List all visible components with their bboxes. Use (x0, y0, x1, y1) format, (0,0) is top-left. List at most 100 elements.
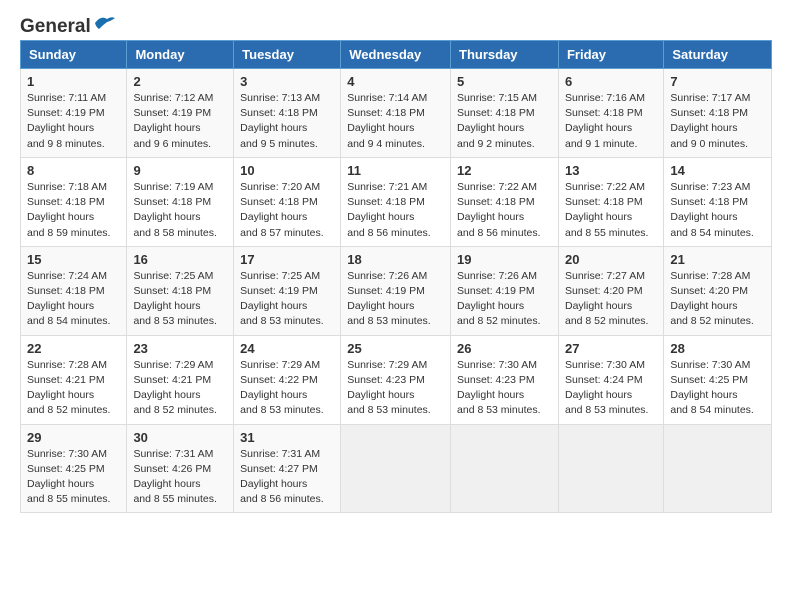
calendar-cell: 25 Sunrise: 7:29 AMSunset: 4:23 PMDaylig… (341, 335, 451, 424)
day-info: Sunrise: 7:29 AMSunset: 4:23 PMDaylight … (347, 359, 430, 417)
calendar-cell: 31 Sunrise: 7:31 AMSunset: 4:27 PMDaylig… (234, 424, 341, 513)
day-info: Sunrise: 7:19 AMSunset: 4:18 PMDaylight … (133, 181, 216, 239)
day-info: Sunrise: 7:14 AMSunset: 4:18 PMDaylight … (347, 92, 427, 150)
calendar-cell (341, 424, 451, 513)
day-info: Sunrise: 7:29 AMSunset: 4:22 PMDaylight … (240, 359, 323, 417)
day-info: Sunrise: 7:18 AMSunset: 4:18 PMDaylight … (27, 181, 110, 239)
calendar-cell: 5 Sunrise: 7:15 AMSunset: 4:18 PMDayligh… (451, 69, 559, 158)
day-number: 11 (347, 163, 444, 178)
calendar-cell: 11 Sunrise: 7:21 AMSunset: 4:18 PMDaylig… (341, 157, 451, 246)
calendar-cell: 16 Sunrise: 7:25 AMSunset: 4:18 PMDaylig… (127, 246, 234, 335)
day-number: 3 (240, 74, 334, 89)
calendar-cell: 2 Sunrise: 7:12 AMSunset: 4:19 PMDayligh… (127, 69, 234, 158)
week-row-3: 15 Sunrise: 7:24 AMSunset: 4:18 PMDaylig… (21, 246, 772, 335)
day-number: 9 (133, 163, 227, 178)
day-number: 20 (565, 252, 657, 267)
day-info: Sunrise: 7:24 AMSunset: 4:18 PMDaylight … (27, 270, 110, 328)
calendar-cell: 20 Sunrise: 7:27 AMSunset: 4:20 PMDaylig… (558, 246, 663, 335)
page-header: General (20, 16, 772, 32)
day-info: Sunrise: 7:29 AMSunset: 4:21 PMDaylight … (133, 359, 216, 417)
header-thursday: Thursday (451, 41, 559, 69)
calendar-cell: 15 Sunrise: 7:24 AMSunset: 4:18 PMDaylig… (21, 246, 127, 335)
header-wednesday: Wednesday (341, 41, 451, 69)
calendar-cell: 3 Sunrise: 7:13 AMSunset: 4:18 PMDayligh… (234, 69, 341, 158)
day-info: Sunrise: 7:13 AMSunset: 4:18 PMDaylight … (240, 92, 320, 150)
day-number: 7 (670, 74, 765, 89)
day-info: Sunrise: 7:25 AMSunset: 4:19 PMDaylight … (240, 270, 323, 328)
calendar-cell: 17 Sunrise: 7:25 AMSunset: 4:19 PMDaylig… (234, 246, 341, 335)
day-info: Sunrise: 7:28 AMSunset: 4:21 PMDaylight … (27, 359, 110, 417)
calendar-cell: 27 Sunrise: 7:30 AMSunset: 4:24 PMDaylig… (558, 335, 663, 424)
day-info: Sunrise: 7:20 AMSunset: 4:18 PMDaylight … (240, 181, 323, 239)
week-row-1: 1 Sunrise: 7:11 AMSunset: 4:19 PMDayligh… (21, 69, 772, 158)
calendar-cell: 18 Sunrise: 7:26 AMSunset: 4:19 PMDaylig… (341, 246, 451, 335)
calendar-cell: 10 Sunrise: 7:20 AMSunset: 4:18 PMDaylig… (234, 157, 341, 246)
calendar-cell: 12 Sunrise: 7:22 AMSunset: 4:18 PMDaylig… (451, 157, 559, 246)
day-number: 10 (240, 163, 334, 178)
day-number: 23 (133, 341, 227, 356)
calendar-cell (558, 424, 663, 513)
calendar-table: SundayMondayTuesdayWednesdayThursdayFrid… (20, 40, 772, 513)
calendar-cell: 21 Sunrise: 7:28 AMSunset: 4:20 PMDaylig… (664, 246, 772, 335)
day-info: Sunrise: 7:30 AMSunset: 4:25 PMDaylight … (670, 359, 753, 417)
calendar-cell (664, 424, 772, 513)
calendar-cell: 29 Sunrise: 7:30 AMSunset: 4:25 PMDaylig… (21, 424, 127, 513)
logo-text: General (20, 16, 91, 38)
calendar-cell: 9 Sunrise: 7:19 AMSunset: 4:18 PMDayligh… (127, 157, 234, 246)
day-number: 26 (457, 341, 552, 356)
day-number: 12 (457, 163, 552, 178)
day-info: Sunrise: 7:21 AMSunset: 4:18 PMDaylight … (347, 181, 430, 239)
calendar-cell: 7 Sunrise: 7:17 AMSunset: 4:18 PMDayligh… (664, 69, 772, 158)
calendar-cell: 30 Sunrise: 7:31 AMSunset: 4:26 PMDaylig… (127, 424, 234, 513)
day-number: 27 (565, 341, 657, 356)
day-info: Sunrise: 7:31 AMSunset: 4:27 PMDaylight … (240, 448, 323, 506)
calendar-cell: 4 Sunrise: 7:14 AMSunset: 4:18 PMDayligh… (341, 69, 451, 158)
day-number: 1 (27, 74, 120, 89)
day-number: 30 (133, 430, 227, 445)
day-info: Sunrise: 7:31 AMSunset: 4:26 PMDaylight … (133, 448, 216, 506)
calendar-cell: 19 Sunrise: 7:26 AMSunset: 4:19 PMDaylig… (451, 246, 559, 335)
day-info: Sunrise: 7:26 AMSunset: 4:19 PMDaylight … (347, 270, 430, 328)
day-info: Sunrise: 7:30 AMSunset: 4:23 PMDaylight … (457, 359, 540, 417)
day-info: Sunrise: 7:30 AMSunset: 4:24 PMDaylight … (565, 359, 648, 417)
header-friday: Friday (558, 41, 663, 69)
calendar-cell: 24 Sunrise: 7:29 AMSunset: 4:22 PMDaylig… (234, 335, 341, 424)
day-number: 8 (27, 163, 120, 178)
calendar-body: 1 Sunrise: 7:11 AMSunset: 4:19 PMDayligh… (21, 69, 772, 513)
calendar-header-row: SundayMondayTuesdayWednesdayThursdayFrid… (21, 41, 772, 69)
day-number: 13 (565, 163, 657, 178)
day-number: 14 (670, 163, 765, 178)
calendar-cell: 8 Sunrise: 7:18 AMSunset: 4:18 PMDayligh… (21, 157, 127, 246)
day-number: 19 (457, 252, 552, 267)
week-row-5: 29 Sunrise: 7:30 AMSunset: 4:25 PMDaylig… (21, 424, 772, 513)
calendar-cell: 22 Sunrise: 7:28 AMSunset: 4:21 PMDaylig… (21, 335, 127, 424)
day-number: 17 (240, 252, 334, 267)
day-number: 31 (240, 430, 334, 445)
day-number: 4 (347, 74, 444, 89)
week-row-2: 8 Sunrise: 7:18 AMSunset: 4:18 PMDayligh… (21, 157, 772, 246)
header-sunday: Sunday (21, 41, 127, 69)
day-number: 25 (347, 341, 444, 356)
day-number: 15 (27, 252, 120, 267)
day-info: Sunrise: 7:30 AMSunset: 4:25 PMDaylight … (27, 448, 110, 506)
day-info: Sunrise: 7:11 AMSunset: 4:19 PMDaylight … (27, 92, 106, 150)
header-saturday: Saturday (664, 41, 772, 69)
logo: General (20, 16, 115, 32)
day-number: 28 (670, 341, 765, 356)
calendar-cell: 6 Sunrise: 7:16 AMSunset: 4:18 PMDayligh… (558, 69, 663, 158)
day-info: Sunrise: 7:22 AMSunset: 4:18 PMDaylight … (457, 181, 540, 239)
calendar-cell: 14 Sunrise: 7:23 AMSunset: 4:18 PMDaylig… (664, 157, 772, 246)
day-info: Sunrise: 7:17 AMSunset: 4:18 PMDaylight … (670, 92, 750, 150)
calendar-cell (451, 424, 559, 513)
day-number: 29 (27, 430, 120, 445)
day-info: Sunrise: 7:15 AMSunset: 4:18 PMDaylight … (457, 92, 537, 150)
week-row-4: 22 Sunrise: 7:28 AMSunset: 4:21 PMDaylig… (21, 335, 772, 424)
day-info: Sunrise: 7:25 AMSunset: 4:18 PMDaylight … (133, 270, 216, 328)
header-monday: Monday (127, 41, 234, 69)
calendar-cell: 1 Sunrise: 7:11 AMSunset: 4:19 PMDayligh… (21, 69, 127, 158)
day-number: 22 (27, 341, 120, 356)
day-number: 24 (240, 341, 334, 356)
day-info: Sunrise: 7:12 AMSunset: 4:19 PMDaylight … (133, 92, 213, 150)
day-number: 21 (670, 252, 765, 267)
calendar-cell: 13 Sunrise: 7:22 AMSunset: 4:18 PMDaylig… (558, 157, 663, 246)
